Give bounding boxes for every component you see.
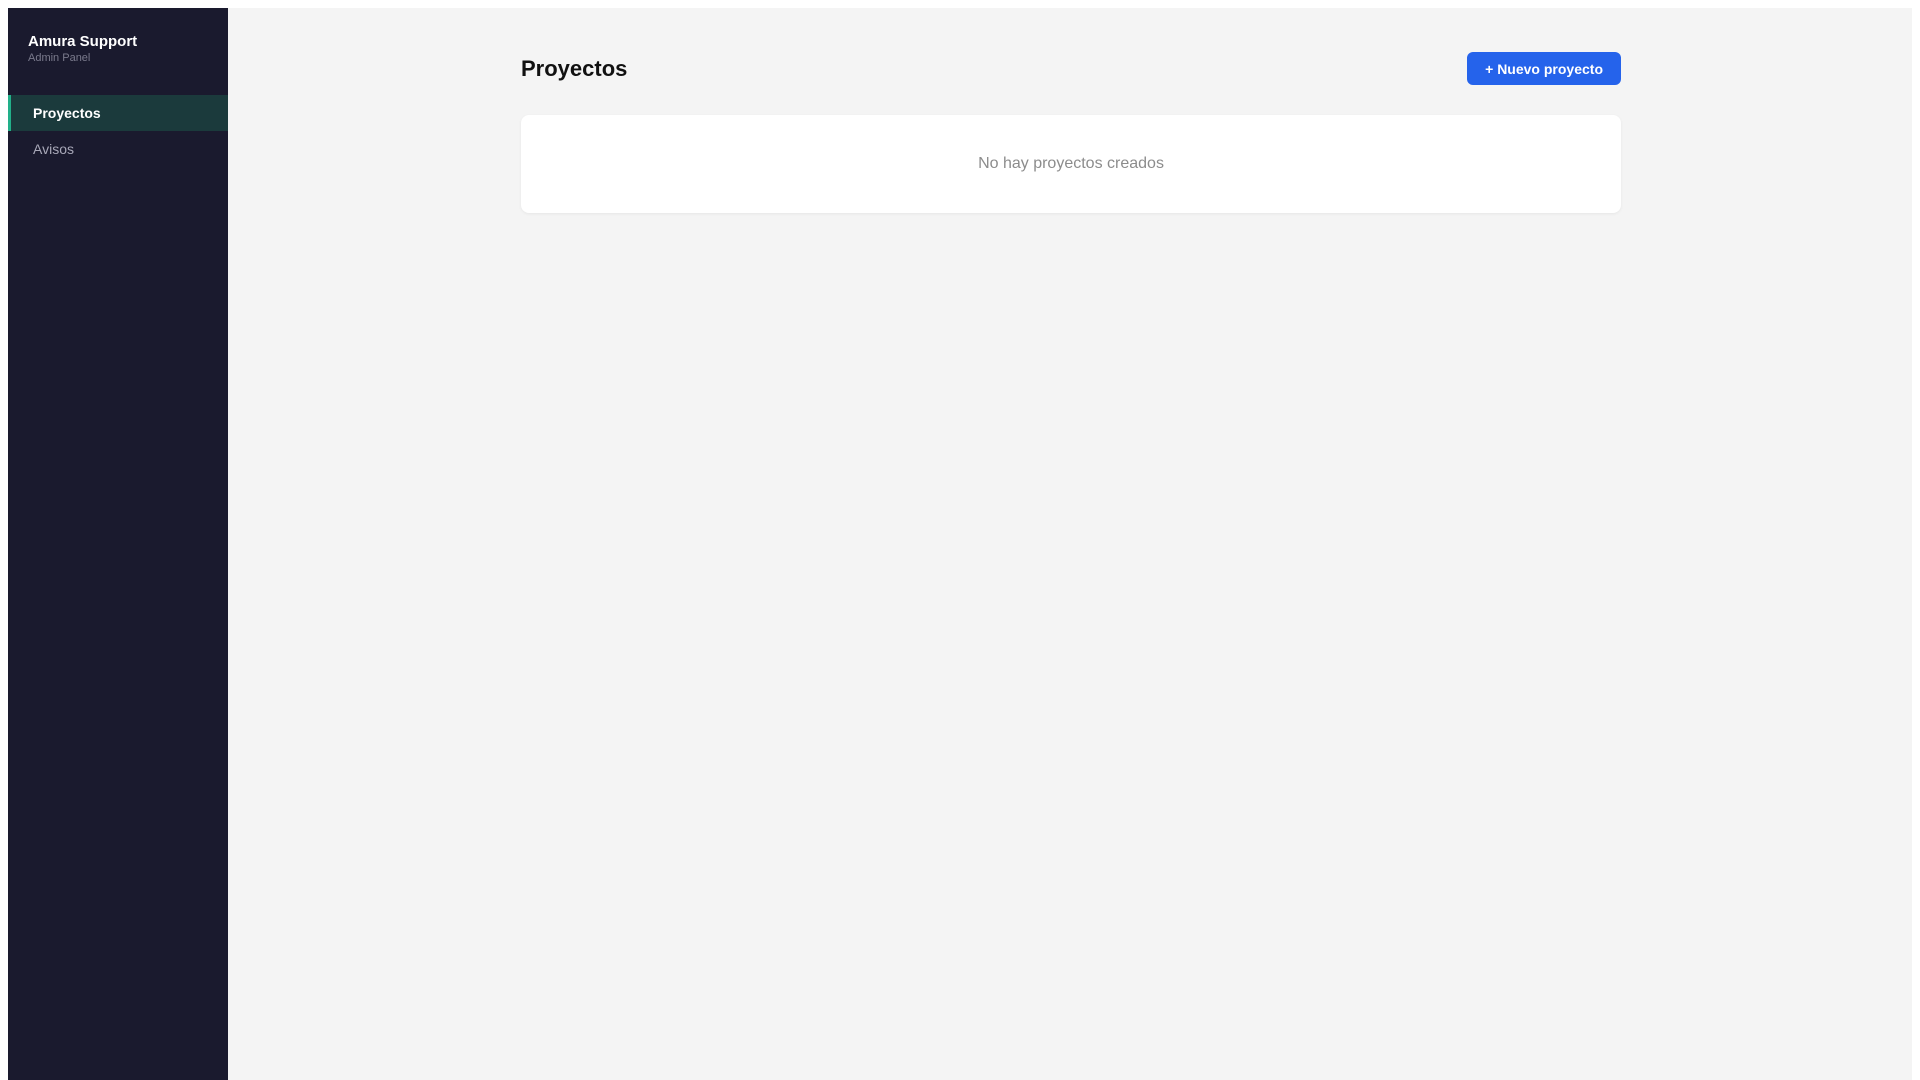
sidebar-nav: Proyectos Avisos [8, 95, 228, 167]
sidebar-item-avisos[interactable]: Avisos [8, 131, 228, 167]
content-container: Proyectos + Nuevo proyecto No hay proyec… [521, 52, 1621, 213]
page-header: Proyectos + Nuevo proyecto [521, 52, 1621, 85]
new-project-button[interactable]: + Nuevo proyecto [1467, 52, 1621, 85]
sidebar: Amura Support Admin Panel Proyectos Avis… [8, 8, 228, 1080]
brand-subtitle: Admin Panel [28, 52, 91, 64]
empty-state-message: No hay proyectos creados [978, 155, 1164, 172]
main-content: Proyectos + Nuevo proyecto No hay proyec… [228, 8, 1912, 1080]
brand-title: Amura Support [28, 33, 138, 50]
empty-state-card: No hay proyectos creados [521, 115, 1621, 213]
page-title: Proyectos [521, 55, 628, 81]
brand: Amura Support Admin Panel [8, 8, 228, 95]
sidebar-item-proyectos[interactable]: Proyectos [8, 95, 228, 131]
app-frame: Amura Support Admin Panel Proyectos Avis… [8, 8, 1912, 1080]
